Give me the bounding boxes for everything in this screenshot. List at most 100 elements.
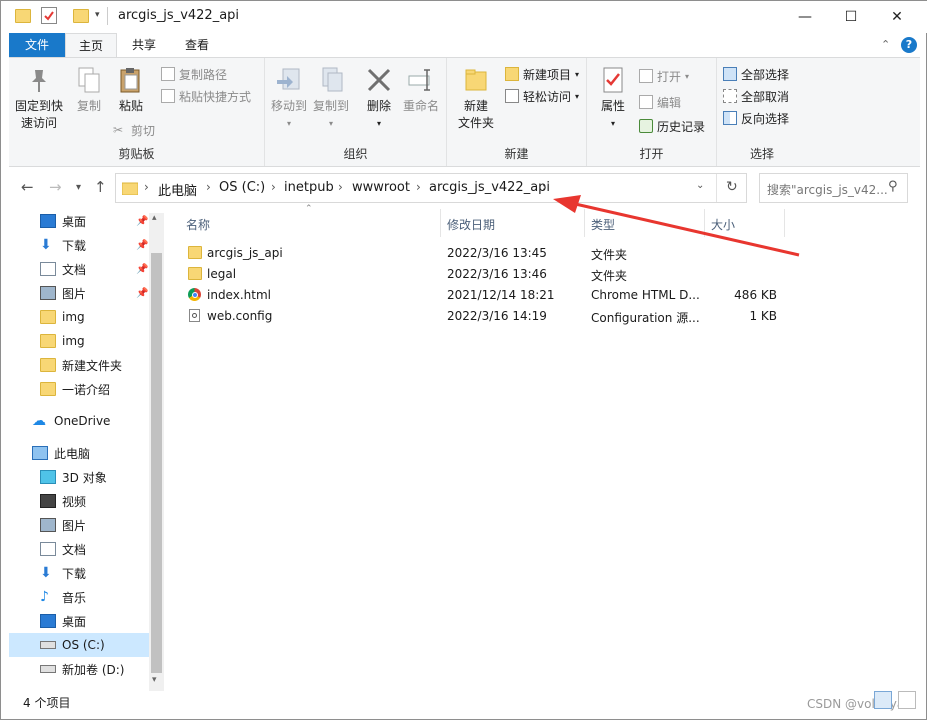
- column-divider[interactable]: [440, 209, 441, 237]
- collapse-ribbon-icon[interactable]: ⌃: [881, 38, 890, 51]
- nav-item-label: 此电脑: [54, 446, 91, 461]
- scroll-down-icon[interactable]: ▾: [152, 675, 157, 685]
- help-icon[interactable]: ?: [901, 37, 917, 53]
- select-none-button[interactable]: 全部取消: [723, 86, 789, 106]
- open-button[interactable]: 打开 ▾: [639, 66, 689, 86]
- column-header-name[interactable]: 名称: [186, 216, 210, 233]
- video-icon: [40, 494, 56, 508]
- tab-view[interactable]: 查看: [175, 33, 219, 57]
- nav-item-yinuo[interactable]: 一诺介绍: [9, 377, 149, 401]
- nav-item-pictures-pc[interactable]: 图片: [9, 513, 149, 537]
- file-type: Configuration 源...: [591, 311, 700, 325]
- paste-button[interactable]: 粘贴: [111, 66, 151, 115]
- file-row[interactable]: index.html 2021/12/14 18:21 Chrome HTML …: [177, 285, 787, 306]
- paste-label: 粘贴: [118, 99, 143, 113]
- rename-button[interactable]: 重命名: [401, 66, 441, 115]
- nav-item-onedrive[interactable]: ☁ OneDrive: [9, 409, 149, 433]
- paste-shortcut-label: 粘贴快捷方式: [179, 89, 252, 104]
- new-folder-quick-icon[interactable]: [73, 9, 89, 23]
- invert-selection-button[interactable]: 反向选择: [723, 108, 789, 128]
- pin-quick-access-button[interactable]: 固定到快 速访问: [13, 66, 65, 132]
- details-view-icon[interactable]: [874, 691, 892, 709]
- breadcrumb-this-pc[interactable]: 此电脑: [158, 180, 197, 199]
- tab-home[interactable]: 主页: [65, 33, 117, 57]
- nav-item-img-2[interactable]: img: [9, 329, 149, 353]
- nav-item-documents-pc[interactable]: 文档: [9, 537, 149, 561]
- copy-to-button[interactable]: 复制到 ▾: [311, 66, 351, 132]
- file-date: 2022/3/16 14:19: [447, 309, 547, 323]
- organize-group-label: 组织: [343, 147, 368, 161]
- nav-item-new-volume-d[interactable]: 新加卷 (D:): [9, 657, 149, 681]
- breadcrumb-os-c[interactable]: OS (C:): [219, 180, 265, 195]
- nav-item-documents[interactable]: 文档 📌: [9, 257, 149, 281]
- back-arrow-icon[interactable]: ←: [21, 178, 34, 196]
- select-none-label: 全部取消: [741, 89, 790, 104]
- new-folder-button[interactable]: 新建 文件夹: [453, 66, 499, 132]
- nav-item-label: 3D 对象: [62, 470, 107, 485]
- nav-item-os-c[interactable]: OS (C:): [9, 633, 149, 657]
- address-dropdown-icon[interactable]: ⌄: [696, 180, 704, 191]
- large-icons-view-icon[interactable]: [898, 691, 916, 709]
- scroll-up-icon[interactable]: ▴: [152, 213, 157, 223]
- edit-button[interactable]: 编辑: [639, 92, 681, 112]
- properties-button[interactable]: 属性 ▾: [591, 66, 635, 132]
- select-group-label: 选择: [749, 147, 774, 161]
- nav-item-3d-objects[interactable]: 3D 对象: [9, 465, 149, 489]
- minimize-button[interactable]: —: [782, 1, 828, 33]
- paste-shortcut-button[interactable]: 粘贴快捷方式: [161, 86, 251, 106]
- column-header-date[interactable]: 修改日期: [447, 216, 495, 233]
- nav-item-new-folder[interactable]: 新建文件夹: [9, 353, 149, 377]
- new-item-button[interactable]: 新建项目 ▾: [505, 64, 579, 84]
- document-icon: [40, 542, 56, 556]
- scrollbar-thumb[interactable]: [151, 253, 162, 673]
- cut-button[interactable]: ✂ 剪切: [113, 120, 155, 140]
- file-row[interactable]: web.config 2022/3/16 14:19 Configuration…: [177, 306, 787, 327]
- nav-item-videos[interactable]: 视频: [9, 489, 149, 513]
- cloud-icon: ☁: [32, 413, 46, 429]
- file-row[interactable]: legal 2022/3/16 13:46 文件夹: [177, 264, 787, 285]
- document-icon: [40, 262, 56, 276]
- recent-locations-icon[interactable]: ▾: [76, 182, 81, 193]
- nav-item-desktop-pc[interactable]: 桌面: [9, 609, 149, 633]
- move-to-button[interactable]: 移动到 ▾: [269, 66, 309, 132]
- properties-check-icon[interactable]: [41, 7, 57, 24]
- nav-scrollbar[interactable]: ▴ ▾: [149, 213, 164, 691]
- breadcrumb-current-folder[interactable]: arcgis_js_v422_api: [429, 180, 550, 195]
- nav-item-downloads-pc[interactable]: ⬇ 下载: [9, 561, 149, 585]
- tab-file[interactable]: 文件: [9, 33, 65, 57]
- select-all-button[interactable]: 全部选择: [723, 64, 789, 84]
- easy-access-button[interactable]: 轻松访问 ▾: [505, 86, 579, 106]
- maximize-button[interactable]: ☐: [828, 1, 874, 33]
- edit-label: 编辑: [657, 95, 682, 110]
- nav-item-pictures[interactable]: 图片 📌: [9, 281, 149, 305]
- clipboard-group-label: 剪贴板: [118, 147, 155, 161]
- open-label: 打开: [657, 69, 682, 84]
- nav-item-downloads[interactable]: ⬇ 下载 📌: [9, 233, 149, 257]
- delete-button[interactable]: 删除 ▾: [361, 66, 397, 132]
- nav-item-label: 下载: [62, 566, 87, 581]
- quick-access-dropdown-icon[interactable]: ▾: [95, 10, 100, 20]
- status-item-count: 4 个项目: [23, 696, 71, 710]
- nav-item-desktop[interactable]: 桌面 📌: [9, 209, 149, 233]
- folder-icon: [188, 267, 202, 280]
- search-icon[interactable]: ⚲: [888, 179, 898, 194]
- folder-icon: [40, 358, 56, 372]
- tab-share[interactable]: 共享: [123, 33, 165, 57]
- rename-icon: [407, 66, 435, 94]
- up-arrow-icon[interactable]: ↑: [94, 178, 107, 196]
- close-button[interactable]: ✕: [874, 1, 920, 33]
- nav-item-this-pc[interactable]: 此电脑: [9, 441, 149, 465]
- history-button[interactable]: 历史记录: [639, 116, 705, 136]
- pin-icon: 📌: [136, 263, 149, 275]
- desktop-icon: [40, 614, 56, 628]
- easy-access-label: 轻松访问: [523, 89, 572, 104]
- new-item-dropdown-icon: ▾: [575, 69, 580, 79]
- nav-item-label: 视频: [62, 494, 87, 509]
- breadcrumb-inetpub[interactable]: inetpub: [284, 180, 334, 195]
- copy-button[interactable]: 复制: [69, 66, 109, 115]
- forward-arrow-icon[interactable]: →: [49, 178, 62, 196]
- breadcrumb-wwwroot[interactable]: wwwroot: [352, 180, 410, 195]
- copy-path-button[interactable]: 复制路径: [161, 64, 227, 84]
- nav-item-img[interactable]: img: [9, 305, 149, 329]
- nav-item-music[interactable]: ♪ 音乐: [9, 585, 149, 609]
